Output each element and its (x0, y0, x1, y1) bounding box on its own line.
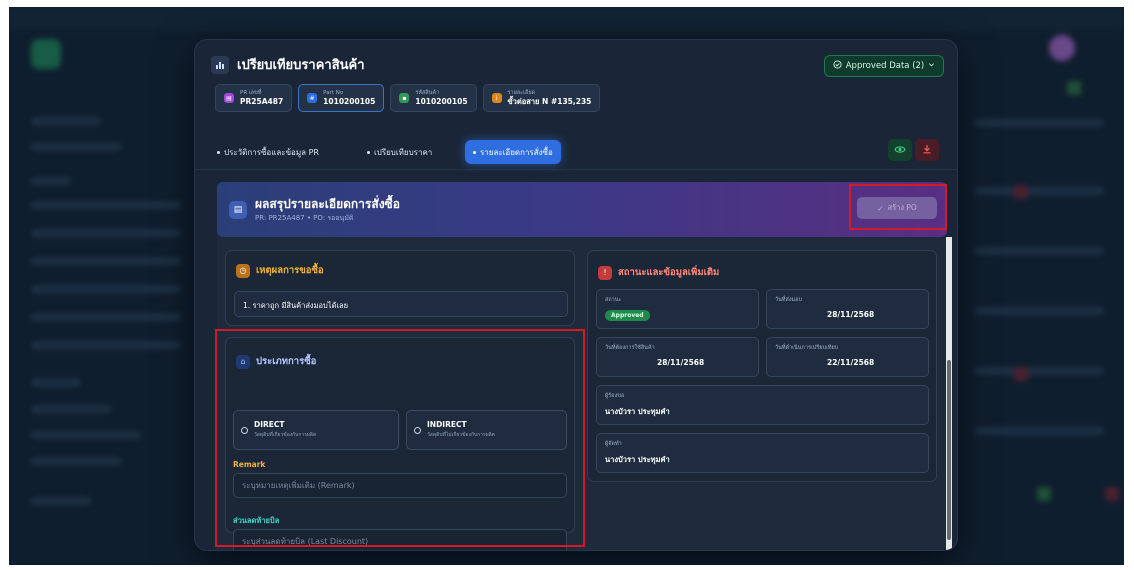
bg-table-row (974, 187, 1104, 195)
bg-green-badge (1067, 81, 1081, 95)
view-button[interactable] (888, 139, 912, 161)
tab-price-compare[interactable]: เปรียบเทียบราคา (359, 140, 440, 164)
info-chips: ▤ PR เลขที่ PR25A487 # Part No 1010200105 … (215, 84, 601, 112)
tab-purchase-history[interactable]: ประวัติการซื้อและข้อมูล PR (209, 140, 327, 164)
chip-value: 1010200105 (323, 96, 376, 106)
download-button[interactable] (915, 139, 939, 161)
bg-table-row (974, 119, 1104, 127)
eye-icon (894, 144, 906, 157)
bg-sidebar-row (31, 201, 181, 209)
status-badge: Approved (605, 310, 650, 321)
status-header: ! สถานะและข้อมูลเพิ่มเติม (598, 265, 719, 280)
chart-icon (211, 55, 229, 74)
info-icon: i (491, 93, 502, 103)
reason-title: เหตุผลการขอซื้อ (256, 265, 324, 276)
download-icon (922, 144, 932, 157)
modal-title: เปรียบเทียบราคาสินค้า (237, 58, 365, 73)
bg-table-row (974, 427, 1104, 435)
bg-sidebar-row (31, 117, 101, 125)
bg-sidebar-row (31, 431, 141, 439)
tab-dot (217, 150, 220, 154)
bg-sidebar-row (31, 379, 81, 387)
status-title: สถานะและข้อมูลเพิ่มเติม (618, 267, 720, 278)
hash-icon: # (307, 93, 318, 103)
box-icon: ▪ (399, 93, 410, 103)
status-field: สถานะ Approved (596, 289, 759, 329)
bg-sidebar-row (31, 257, 181, 265)
field-label: สถานะ (605, 297, 622, 303)
chevron-down-icon (928, 61, 935, 71)
bg-sidebar-row (31, 285, 181, 293)
approved-data-label: Approved Data (2) (845, 61, 925, 71)
approved-data-button[interactable]: Approved Data (2) (824, 55, 944, 77)
tab-dot (367, 150, 370, 154)
reason-card: ◷ เหตุผลการขอซื้อ 1. ราคาถูก มีสินค้าส่ง… (225, 250, 575, 326)
field-value: นางบัวรา ประทุมคำ (605, 455, 670, 464)
highlight-create-po (849, 184, 947, 230)
compare-modal: เปรียบเทียบราคาสินค้า Approved Data (2) … (195, 40, 957, 550)
bg-top-bar (9, 7, 1124, 31)
field-value: 28/11/2568 (657, 358, 705, 367)
chip-value: 1010200105 (415, 96, 468, 106)
screen: เปรียบเทียบราคาสินค้า Approved Data (2) … (9, 7, 1124, 565)
check-circle-icon (833, 60, 842, 72)
chip-value: PR25A487 (240, 96, 284, 106)
field-label: วันที่ส่งมอบ (775, 297, 802, 303)
bg-red-badge (1105, 487, 1119, 501)
bg-table-row (974, 247, 1104, 255)
delivery-date-field: วันที่ส่งมอบ 28/11/2568 (766, 289, 929, 329)
summary-subtitle: PR: PR25A487 • PO: รออนุมัติ (255, 214, 354, 222)
field-value: 22/11/2568 (827, 358, 875, 367)
bg-sidebar-row (31, 341, 181, 349)
field-label: ผู้ร้องขอ (605, 393, 625, 399)
modal-title-row: เปรียบเทียบราคาสินค้า (211, 54, 365, 75)
bg-table-row (974, 367, 1104, 375)
field-label: ผู้จัดทำ (605, 441, 622, 447)
bg-sidebar-row (31, 497, 91, 505)
tab-bar: ประวัติการซื้อและข้อมูล PR เปรียบเทียบรา… (195, 132, 957, 170)
chip-detail: i รายละเอียด ขั้วต่อสาย N #135,235 (482, 84, 601, 112)
reason-header: ◷ เหตุผลการขอซื้อ (236, 263, 324, 278)
chip-pr-number: ▤ PR เลขที่ PR25A487 (215, 84, 293, 112)
bg-sidebar-row (31, 313, 181, 321)
need-date-field: วันที่ต้องการใช้สินค้า 28/11/2568 (596, 337, 759, 377)
file-icon: ▤ (229, 201, 247, 219)
tab-order-detail[interactable]: รายละเอียดการสั่งซื้อ (465, 140, 561, 164)
scrollbar-thumb[interactable] (947, 360, 951, 540)
requester-field: ผู้ร้องขอ นางบัวรา ประทุมคำ (596, 385, 929, 425)
status-card: ! สถานะและข้อมูลเพิ่มเติม สถานะ Approved… (587, 250, 937, 482)
tab-label: เปรียบเทียบราคา (374, 147, 433, 157)
bg-sidebar-row (31, 229, 181, 237)
bg-green-badge (1037, 487, 1051, 501)
bg-red-badge (1014, 367, 1028, 381)
field-value: 28/11/2568 (827, 310, 875, 319)
bg-sidebar-row (31, 143, 121, 151)
summary-header: ▤ ผลสรุปรายละเอียดการสั่งซื้อ PR: PR25A4… (217, 182, 947, 237)
bg-table-row (974, 307, 1104, 315)
bg-avatar (1049, 35, 1075, 61)
field-value: นางบัวรา ประทุมคำ (605, 407, 670, 416)
bg-sidebar-row (31, 457, 121, 465)
alert-icon: ! (598, 265, 612, 280)
tab-dot (473, 150, 476, 154)
tab-label: ประวัติการซื้อและข้อมูล PR (224, 147, 319, 157)
tab-label: รายละเอียดการสั่งซื้อ (480, 147, 553, 157)
bg-sidebar-row (31, 405, 111, 413)
reason-field: 1. ราคาถูก มีสินค้าส่งมอบได้เลย (234, 291, 568, 317)
field-label: วันที่ต้องการใช้สินค้า (605, 345, 655, 351)
summary-title: ผลสรุปรายละเอียดการสั่งซื้อ (255, 197, 400, 211)
buyer-field: ผู้จัดทำ นางบัวรา ประทุมคำ (596, 433, 929, 473)
bg-logo (31, 39, 61, 69)
highlight-purchase-type (215, 329, 585, 547)
chip-value: ขั้วต่อสาย N #135,235 (507, 96, 592, 106)
document-icon: ▤ (224, 93, 234, 103)
compare-date-field: วันที่ดำเนินการเปรียบเทียบ 22/11/2568 (766, 337, 929, 377)
chip-part-no: # Part No 1010200105 (298, 84, 385, 112)
bg-sidebar-row (31, 177, 71, 185)
bg-red-badge (1014, 185, 1028, 199)
reason-text: 1. ราคาถูก มีสินค้าส่งมอบได้เลย (243, 301, 348, 310)
chip-product-code: ▪ รหัสสินค้า 1010200105 (390, 84, 477, 112)
field-label: วันที่ดำเนินการเปรียบเทียบ (775, 345, 839, 351)
clock-icon: ◷ (236, 263, 250, 278)
